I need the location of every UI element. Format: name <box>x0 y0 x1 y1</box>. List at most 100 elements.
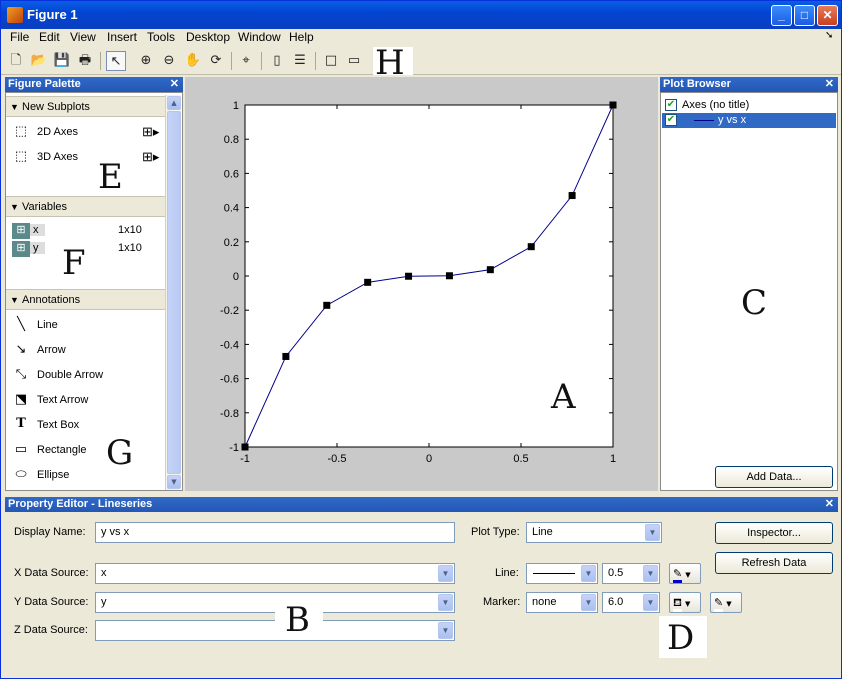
refresh-data-button[interactable]: Refresh Data <box>715 552 833 574</box>
browser-item-label: Axes (no title) <box>682 99 750 111</box>
x-tick-label: -0.5 <box>328 453 347 465</box>
close-editor-icon[interactable]: ✕ <box>825 497 834 512</box>
legend-icon[interactable]: ☰ <box>290 51 310 71</box>
data-cursor-icon[interactable]: ⌖ <box>236 51 256 71</box>
marker-size-value: 6.0 <box>608 596 624 608</box>
inspector-button[interactable]: Inspector... <box>715 522 833 544</box>
arrow-tool-icon: ↘ <box>15 341 27 356</box>
grid-layout-icon[interactable]: ⊞▸ <box>142 124 159 140</box>
marker-edge-button[interactable]: ✎ ▼ <box>710 592 742 613</box>
solid-line-swatch <box>533 573 575 574</box>
plot-type-select[interactable]: Line ▼ <box>526 522 662 543</box>
menu-desktop[interactable]: Desktop <box>186 30 230 44</box>
variables-label: Variables <box>22 201 68 213</box>
menu-edit[interactable]: Edit <box>39 30 60 44</box>
chevron-down-icon[interactable]: ▼ <box>643 594 658 611</box>
menu-tools[interactable]: Tools <box>147 30 175 44</box>
undock-arrow-icon[interactable]: ➘ <box>825 30 833 41</box>
x-source-select[interactable]: x ▼ <box>95 563 455 584</box>
line-checkbox[interactable]: ✔ <box>665 114 677 126</box>
y-tick-label: -0.8 <box>220 408 239 420</box>
y-tick-label: -0.4 <box>220 339 239 351</box>
chevron-down-icon[interactable]: ▼ <box>581 565 596 582</box>
label-a: A <box>551 377 576 417</box>
paint-bucket-icon: ⛾ <box>673 596 682 612</box>
marker-select[interactable]: none ▼ <box>526 592 598 613</box>
annotations-section[interactable]: ▼ Annotations <box>6 289 170 310</box>
scroll-up-icon[interactable]: ▲ <box>167 96 181 110</box>
minimize-icon[interactable]: _ <box>771 5 792 26</box>
x-tick-label: 1 <box>610 453 616 465</box>
line-color-button[interactable]: ✎ ▼ <box>669 563 701 584</box>
close-browser-icon[interactable]: ✕ <box>825 77 834 92</box>
maximize-icon[interactable]: □ <box>794 5 815 26</box>
new-subplots-section[interactable]: ▼ New Subplots <box>6 96 170 117</box>
label-c: C <box>741 283 768 323</box>
label-e: E <box>98 157 123 197</box>
variable-size: 1x10 <box>118 224 142 236</box>
menu-help[interactable]: Help <box>289 30 314 44</box>
open-icon[interactable]: 📂 <box>29 51 49 71</box>
grid-layout-icon[interactable]: ⊞▸ <box>142 149 159 165</box>
zoom-in-icon[interactable]: ⊕ <box>136 51 156 71</box>
chevron-down-icon[interactable]: ▼ <box>438 622 453 639</box>
display-name-field[interactable]: y vs x <box>95 522 455 543</box>
chevron-down-icon[interactable]: ▼ <box>438 594 453 611</box>
scroll-down-icon[interactable]: ▼ <box>167 475 181 489</box>
menu-window[interactable]: Window <box>238 30 281 44</box>
title-bar[interactable]: Figure 1 _ □ ✕ <box>1 1 841 29</box>
axes-checkbox[interactable]: ✔ <box>665 99 677 111</box>
scroll-thumb[interactable] <box>167 111 181 474</box>
matrix-icon: ⊞ <box>12 223 30 239</box>
new-icon[interactable]: 🗋 <box>6 51 26 71</box>
menu-insert[interactable]: Insert <box>107 30 137 44</box>
chevron-down-icon[interactable]: ▼ <box>581 594 596 611</box>
y-tick-label: -1 <box>229 442 239 454</box>
display-name-label: Display Name: <box>14 526 86 538</box>
menu-view[interactable]: View <box>70 30 96 44</box>
menu-file[interactable]: File <box>10 30 29 44</box>
show-tools-icon[interactable]: ▭ <box>344 51 364 71</box>
figure-palette-header: Figure Palette ✕ <box>5 77 183 92</box>
chevron-down-icon[interactable]: ▼ <box>645 524 660 541</box>
pen-color-icon: ✎ <box>714 596 724 612</box>
line-label: Line: <box>495 567 519 579</box>
chevron-down-icon[interactable]: ▼ <box>643 565 658 582</box>
colorbar-icon[interactable]: ▯ <box>267 51 287 71</box>
rectangle-tool-icon: ▭ <box>14 441 28 456</box>
browser-item-axes[interactable]: ✔ Axes (no title) <box>664 98 834 113</box>
3d-axes-icon: ⬚ <box>14 148 28 163</box>
palette-scrollbar[interactable]: ▲ ▼ <box>165 95 181 490</box>
selection-marker <box>241 443 249 451</box>
pen-color-icon: ✎ <box>673 567 683 583</box>
chevron-down-icon[interactable]: ▼ <box>438 565 453 582</box>
browser-item-line[interactable]: ✔ y vs x <box>662 113 836 128</box>
ellipse-tool-icon: ⬭ <box>15 466 27 481</box>
print-icon[interactable]: 🖶 <box>75 51 95 71</box>
chevron-down-icon: ▼ <box>685 600 691 608</box>
marker-size-select[interactable]: 6.0 ▼ <box>602 592 660 613</box>
x-tick-label: -1 <box>240 453 250 465</box>
line-chart[interactable]: -1 -0.5 0 0.5 1 -1 -0.8 -0.6 -0.4 -0.2 0 0.2 0.4 0.6 0… <box>185 77 658 491</box>
rotate-3d-icon[interactable]: ⟳ <box>206 51 226 71</box>
y-tick-label: 0.6 <box>224 168 239 180</box>
line-style-select[interactable]: ▼ <box>526 563 598 584</box>
display-name-value: y vs x <box>101 526 130 538</box>
x-source-label: X Data Source: <box>14 567 89 579</box>
zoom-out-icon[interactable]: ⊖ <box>159 51 179 71</box>
close-icon[interactable]: ✕ <box>817 5 838 26</box>
marker-fill-button[interactable]: ⛾ ▼ <box>669 592 701 613</box>
pan-hand-icon[interactable]: ✋ <box>183 51 203 71</box>
save-icon[interactable]: 💾 <box>52 51 72 71</box>
plot-browser: ✔ Axes (no title) ✔ y vs x C <box>660 92 838 491</box>
line-width-select[interactable]: 0.5 ▼ <box>602 563 660 584</box>
close-palette-icon[interactable]: ✕ <box>170 77 179 92</box>
variable-name: y <box>30 242 45 254</box>
hide-tools-icon[interactable]: □ <box>321 51 341 71</box>
matlab-logo-icon <box>7 7 23 23</box>
add-data-button[interactable]: Add Data... <box>715 466 833 488</box>
y-source-label: Y Data Source: <box>14 596 89 608</box>
arrow-pointer-icon[interactable]: ↖ <box>106 51 126 71</box>
window-title: Figure 1 <box>27 7 78 22</box>
variables-section[interactable]: ▼ Variables <box>6 196 170 217</box>
